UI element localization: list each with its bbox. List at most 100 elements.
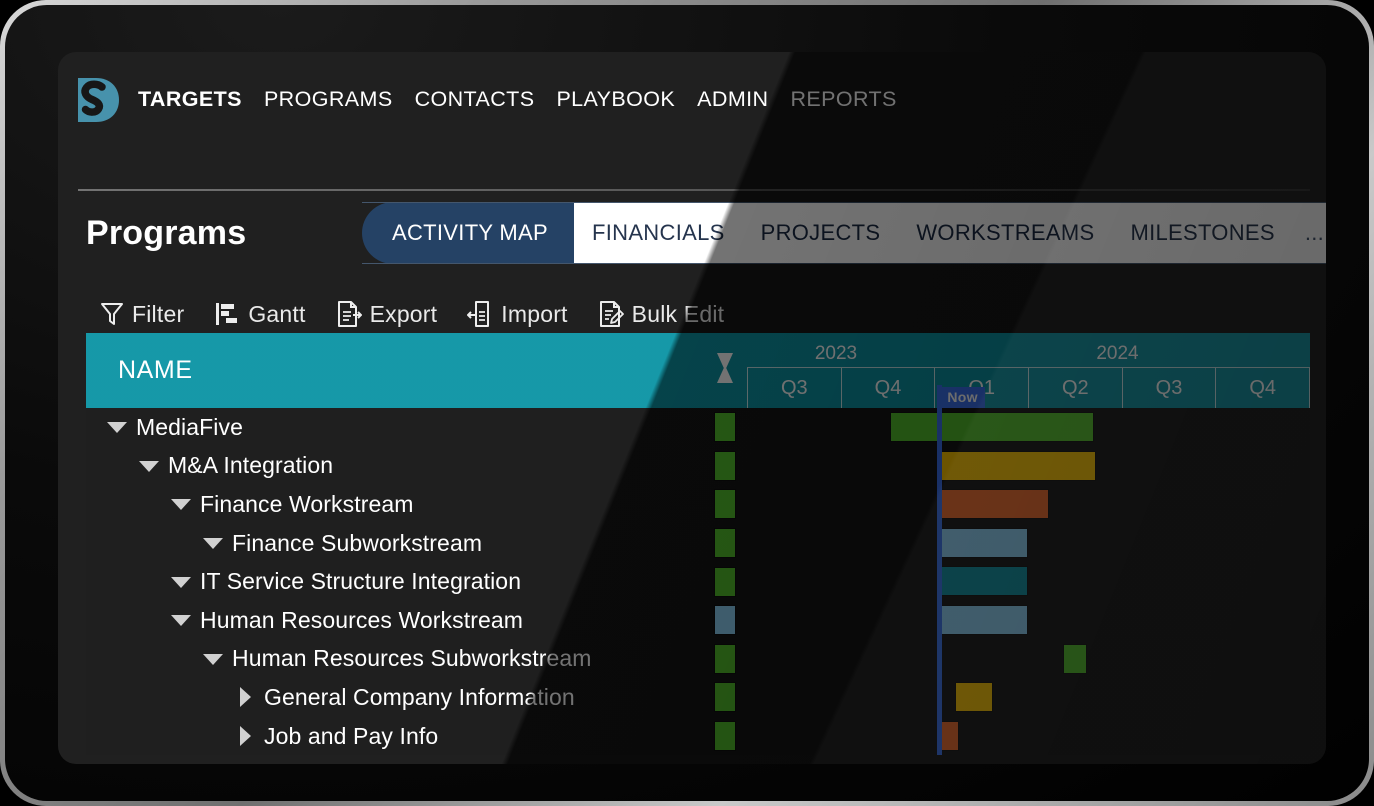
device-frame: TARGETS PROGRAMS CONTACTS PLAYBOOK ADMIN… <box>0 0 1374 806</box>
quarter-2024-q4: Q4 <box>1215 368 1310 408</box>
export-label: Export <box>370 301 438 328</box>
chevron-down-icon[interactable] <box>168 497 194 511</box>
gantt-bar[interactable] <box>939 605 1028 635</box>
tab-activity-map[interactable]: ACTIVITY MAP <box>362 202 574 264</box>
chevron-down-icon[interactable] <box>168 613 194 627</box>
gantt-rows: MediaFive M&A Integration Finance Workstre… <box>86 408 1310 755</box>
table-row[interactable]: IT Service Structure Integration <box>86 562 1310 601</box>
table-row[interactable]: M&A Integration <box>86 447 1310 486</box>
device-bezel: TARGETS PROGRAMS CONTACTS PLAYBOOK ADMIN… <box>5 5 1369 801</box>
gantt-bar[interactable] <box>937 721 960 751</box>
chevron-down-icon[interactable] <box>200 652 226 666</box>
timeline-cell <box>747 408 1310 447</box>
quarter-2023-q3: Q3 <box>747 368 841 408</box>
nav-item-admin[interactable]: ADMIN <box>697 87 768 112</box>
chevron-right-icon[interactable] <box>232 686 258 708</box>
nav-item-contacts[interactable]: CONTACTS <box>415 87 535 112</box>
import-label: Import <box>501 301 567 328</box>
ds-monogram-logo[interactable] <box>72 74 122 126</box>
row-name-cell: Job and Pay Info <box>86 717 703 756</box>
row-name-label: Finance Subworkstream <box>232 530 482 557</box>
document-export-icon <box>336 300 362 328</box>
table-row[interactable]: Finance Workstream <box>86 485 1310 524</box>
row-name-label: General Company Information <box>264 684 575 711</box>
gantt-bar[interactable] <box>939 489 1049 519</box>
table-row[interactable]: Finance Subworkstream <box>86 524 1310 563</box>
nav-item-playbook[interactable]: PLAYBOOK <box>556 87 675 112</box>
action-toolbar: Filter Gantt <box>100 300 724 328</box>
gantt-bar[interactable] <box>939 528 1028 558</box>
chevron-down-icon[interactable] <box>200 536 226 550</box>
chevron-right-icon[interactable] <box>232 725 258 747</box>
tab-milestones[interactable]: MILESTONES <box>1112 202 1292 264</box>
row-name-cell: IT Service Structure Integration <box>86 562 703 601</box>
export-button[interactable]: Export <box>336 300 438 328</box>
gantt-button[interactable]: Gantt <box>214 301 305 328</box>
row-name-label: Job and Pay Info <box>264 723 438 750</box>
status-badge[interactable] <box>714 412 736 442</box>
row-name-cell: Human Resources Subworkstream <box>86 640 703 679</box>
funnel-icon <box>100 301 124 327</box>
filter-button[interactable]: Filter <box>100 301 184 328</box>
timeline-cell <box>747 562 1310 601</box>
bulk-edit-button[interactable]: Bulk Edit <box>598 300 725 328</box>
document-import-icon <box>467 300 493 328</box>
chevron-down-icon[interactable] <box>104 420 130 434</box>
name-column-header[interactable]: NAME <box>86 333 703 408</box>
status-badge[interactable] <box>714 489 736 519</box>
status-badge[interactable] <box>714 528 736 558</box>
chevron-down-icon[interactable] <box>168 575 194 589</box>
import-button[interactable]: Import <box>467 300 567 328</box>
chevron-down-icon[interactable] <box>136 459 162 473</box>
gantt-bar[interactable] <box>955 682 993 712</box>
tab-workstreams[interactable]: WORKSTREAMS <box>898 202 1112 264</box>
timeline-cell <box>747 485 1310 524</box>
status-column-header <box>703 333 747 408</box>
quarter-2024-q2: Q2 <box>1028 368 1122 408</box>
year-2024: 2024 <box>925 333 1310 368</box>
filter-label: Filter <box>132 301 184 328</box>
nav-item-targets[interactable]: TARGETS <box>138 87 242 112</box>
timeline-years: 2023 2024 <box>747 333 1310 368</box>
gantt-bar[interactable] <box>890 412 1095 442</box>
timeline-quarters: Q3 Q4 Q1 Q2 Q3 Q4 <box>747 368 1310 408</box>
status-badge[interactable] <box>714 644 736 674</box>
row-name-label: Finance Workstream <box>200 491 414 518</box>
nav-item-programs[interactable]: PROGRAMS <box>264 87 393 112</box>
gantt-bar[interactable] <box>939 566 1028 596</box>
timeline-cell <box>747 447 1310 486</box>
nav-item-reports[interactable]: REPORTS <box>790 87 896 112</box>
status-cell <box>703 524 747 563</box>
status-badge[interactable] <box>714 682 736 712</box>
top-nav-items: TARGETS PROGRAMS CONTACTS PLAYBOOK ADMIN… <box>138 87 897 112</box>
table-row[interactable]: General Company Information <box>86 678 1310 717</box>
timeline-cell <box>747 601 1310 640</box>
top-navigation-bar: TARGETS PROGRAMS CONTACTS PLAYBOOK ADMIN… <box>58 52 1326 147</box>
status-cell <box>703 601 747 640</box>
status-cell <box>703 408 747 447</box>
status-badge[interactable] <box>714 605 736 635</box>
status-badge[interactable] <box>714 567 736 597</box>
gantt-bar[interactable] <box>1063 644 1086 674</box>
gantt-bar[interactable] <box>939 451 1096 481</box>
table-row[interactable]: Human Resources Subworkstream <box>86 640 1310 679</box>
table-row[interactable]: Human Resources Workstream <box>86 601 1310 640</box>
status-badge[interactable] <box>714 451 736 481</box>
row-name-label: Human Resources Workstream <box>200 607 523 634</box>
gantt-header: NAME 2023 2024 <box>86 333 1310 408</box>
table-row[interactable]: MediaFive <box>86 408 1310 447</box>
row-name-label: M&A Integration <box>168 452 333 479</box>
hourglass-icon <box>714 351 736 390</box>
status-badge[interactable] <box>714 721 736 751</box>
table-row[interactable]: Job and Pay Info <box>86 717 1310 756</box>
bulk-edit-label: Bulk Edit <box>632 301 725 328</box>
tab-projects[interactable]: PROJECTS <box>743 202 899 264</box>
quarter-2024-q3: Q3 <box>1122 368 1216 408</box>
year-2023: 2023 <box>747 333 925 368</box>
tab-overflow-menu[interactable]: ... <box>1293 202 1326 264</box>
tab-financials[interactable]: FINANCIALS <box>574 202 743 264</box>
activity-map-gantt: NAME 2023 2024 <box>86 333 1310 755</box>
now-marker-flag[interactable]: Now <box>940 387 984 408</box>
status-cell <box>703 678 747 717</box>
timeline-header: 2023 2024 Q3 Q4 Q1 Q2 Q3 Q4 <box>747 333 1310 408</box>
